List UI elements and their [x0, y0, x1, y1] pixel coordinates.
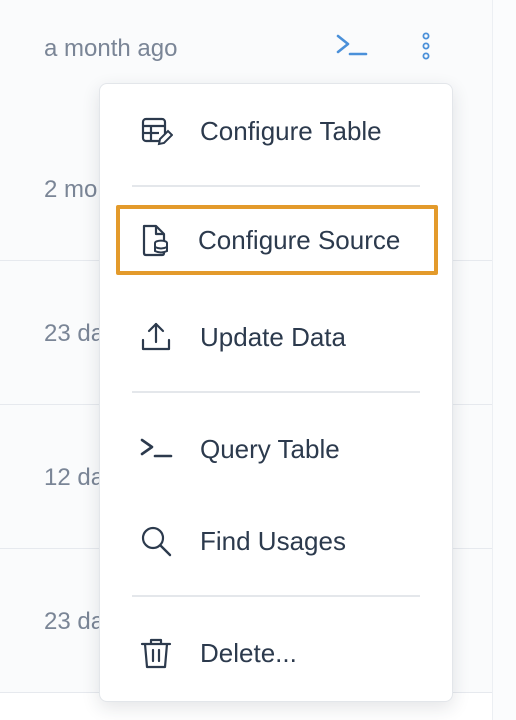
menu-item-label: Find Usages [200, 525, 346, 556]
menu-item-label: Configure Table [200, 115, 382, 146]
menu-item-configure-source[interactable]: Configure Source [116, 205, 438, 275]
row-timestamp: 12 da [44, 464, 105, 491]
right-gutter [492, 0, 516, 720]
row-actions [330, 30, 440, 64]
row-timestamp: 23 da [44, 608, 105, 635]
row-timestamp: 2 mo [44, 176, 98, 203]
trash-icon [138, 635, 174, 671]
terminal-icon [138, 431, 174, 467]
menu-divider [132, 185, 420, 187]
menu-item-label: Query Table [200, 433, 340, 464]
menu-item-find-usages[interactable]: Find Usages [118, 507, 434, 575]
terminal-icon[interactable] [334, 30, 368, 64]
menu-item-label: Delete... [200, 637, 297, 668]
menu-divider [132, 595, 420, 597]
menu-divider [132, 391, 420, 393]
menu-item-query-table[interactable]: Query Table [118, 415, 434, 483]
menu-item-label: Configure Source [198, 224, 401, 255]
menu-item-delete[interactable]: Delete... [118, 619, 434, 687]
file-database-icon [136, 222, 172, 258]
row-actions-menu: Configure Table Configure Source Update … [99, 83, 453, 702]
row-timestamp: a month ago [44, 35, 178, 62]
menu-item-configure-table[interactable]: Configure Table [118, 97, 434, 165]
search-icon [138, 523, 174, 559]
row-timestamp: 23 da [44, 320, 105, 347]
upload-icon [138, 319, 174, 355]
menu-item-update-data[interactable]: Update Data [118, 303, 434, 371]
menu-item-label: Update Data [200, 321, 346, 352]
kebab-menu-icon[interactable] [416, 30, 436, 64]
table-edit-icon [138, 113, 174, 149]
